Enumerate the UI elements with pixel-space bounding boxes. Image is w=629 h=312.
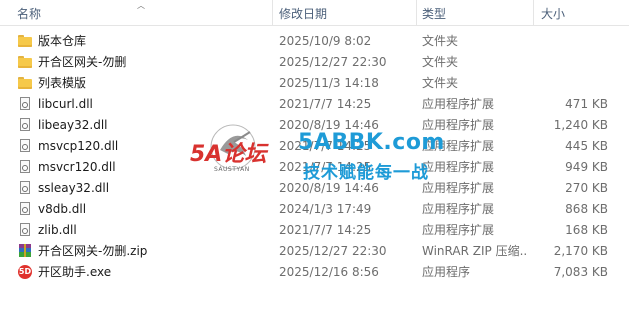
file-name: 开合区网关-勿删 xyxy=(38,55,127,69)
file-size: 949 KB xyxy=(565,160,608,174)
file-size: 168 KB xyxy=(565,223,608,237)
file-size: 471 KB xyxy=(565,97,608,111)
watermark-logo-sub: SAUSTYAN xyxy=(214,166,250,173)
file-row[interactable]: 版本仓库 2025/10/9 8:02 文件夹 xyxy=(0,31,629,52)
file-size: 7,083 KB xyxy=(553,265,608,279)
file-name: libcurl.dll xyxy=(38,97,93,111)
file-modified-date: 2025/10/9 8:02 xyxy=(279,34,372,48)
winrar-zip-icon xyxy=(18,244,32,258)
column-divider[interactable] xyxy=(272,0,273,25)
file-name: ssleay32.dll xyxy=(38,181,110,195)
column-header-size[interactable]: 大小 xyxy=(541,6,565,22)
dll-file-icon xyxy=(18,223,32,237)
file-name: 开合区网关-勿删.zip xyxy=(38,244,148,258)
file-row[interactable]: 开合区网关-勿删.zip 2025/12/27 22:30 WinRAR ZIP 压… xyxy=(0,241,629,262)
file-name: msvcr120.dll xyxy=(38,160,116,174)
file-type: WinRAR ZIP 压缩... xyxy=(422,244,528,258)
file-name: zlib.dll xyxy=(38,223,77,237)
dll-file-icon xyxy=(18,97,32,111)
sort-ascending-icon: ︿ xyxy=(137,1,145,10)
file-size: 868 KB xyxy=(565,202,608,216)
file-type: 文件夹 xyxy=(422,76,459,90)
file-name: 列表模版 xyxy=(38,76,87,90)
file-modified-date: 2021/7/7 14:25 xyxy=(279,223,372,237)
exe-app-icon: 5D xyxy=(18,265,32,279)
file-modified-date: 2025/12/16 8:56 xyxy=(279,265,379,279)
file-modified-date: 2025/12/27 22:30 xyxy=(279,244,387,258)
folder-icon xyxy=(18,55,32,69)
column-header-type[interactable]: 类型 xyxy=(422,6,446,22)
file-size: 270 KB xyxy=(565,181,608,195)
dll-file-icon xyxy=(18,139,32,153)
column-header-name[interactable]: 名称 xyxy=(17,6,41,22)
file-name: 版本仓库 xyxy=(38,34,87,48)
column-divider[interactable] xyxy=(416,0,417,25)
file-type: 应用程序扩展 xyxy=(422,97,495,111)
column-header-date[interactable]: 修改日期 xyxy=(279,6,327,22)
file-name: libeay32.dll xyxy=(38,118,108,132)
file-row[interactable]: 开合区网关-勿删 2025/12/27 22:30 文件夹 xyxy=(0,52,629,73)
file-modified-date: 2025/11/3 14:18 xyxy=(279,76,379,90)
file-name: 开区助手.exe xyxy=(38,265,112,279)
file-row[interactable]: v8db.dll 2024/1/3 17:49 应用程序扩展 868 KB xyxy=(0,199,629,220)
folder-icon xyxy=(18,76,32,90)
file-row[interactable]: 列表模版 2025/11/3 14:18 文件夹 xyxy=(0,73,629,94)
watermark-slogan: 技术赋能每一战 xyxy=(303,163,429,183)
file-type: 应用程序扩展 xyxy=(422,202,495,216)
file-modified-date: 2024/1/3 17:49 xyxy=(279,202,372,216)
file-type: 文件夹 xyxy=(422,55,459,69)
file-type: 应用程序扩展 xyxy=(422,223,495,237)
file-modified-date: 2025/12/27 22:30 xyxy=(279,55,387,69)
watermark-logo-text: 5A论坛 xyxy=(190,142,267,167)
column-divider[interactable] xyxy=(533,0,534,25)
file-row[interactable]: zlib.dll 2021/7/7 14:25 应用程序扩展 168 KB xyxy=(0,220,629,241)
file-row[interactable]: 5D 开区助手.exe 2025/12/16 8:56 应用程序 7,083 KB xyxy=(0,262,629,283)
dll-file-icon xyxy=(18,181,32,195)
file-type: 文件夹 xyxy=(422,34,459,48)
file-name: v8db.dll xyxy=(38,202,87,216)
file-modified-date: 2021/7/7 14:25 xyxy=(279,97,372,111)
file-type: 应用程序 xyxy=(422,265,471,279)
file-name: msvcp120.dll xyxy=(38,139,119,153)
file-size: 445 KB xyxy=(565,139,608,153)
dll-file-icon xyxy=(18,202,32,216)
dll-file-icon xyxy=(18,118,32,132)
dll-file-icon xyxy=(18,160,32,174)
column-header-bar: ︿ 名称 修改日期 类型 大小 xyxy=(0,0,629,26)
file-size: 1,240 KB xyxy=(553,118,608,132)
folder-icon xyxy=(18,34,32,48)
file-size: 2,170 KB xyxy=(553,244,608,258)
watermark-domain: 5ABBK.com xyxy=(298,130,445,155)
watermark: 5A论坛 SAUSTYAN 5ABBK.com 技术赋能每一战 xyxy=(188,112,444,192)
